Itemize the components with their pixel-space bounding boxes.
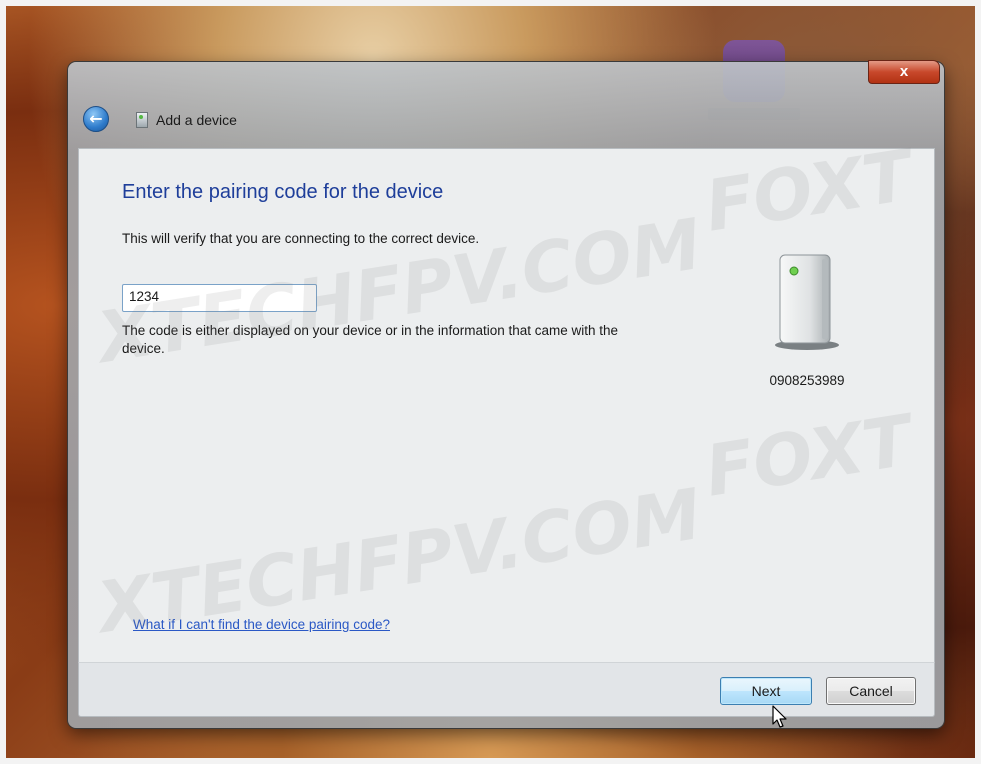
device-name: 0908253989 xyxy=(769,373,845,388)
pairing-code-input[interactable]: 1234 xyxy=(122,284,317,312)
device-title-icon xyxy=(136,112,148,128)
page-heading: Enter the pairing code for the device xyxy=(122,181,444,203)
back-arrow-icon: ← xyxy=(89,109,103,128)
dialog-footer: Next Cancel xyxy=(78,662,935,717)
pairing-help-text: The code is either displayed on your dev… xyxy=(122,323,619,356)
window-title: Add a device xyxy=(156,112,237,128)
next-button[interactable]: Next xyxy=(720,677,812,705)
bluetooth-device-icon xyxy=(775,254,839,350)
mouse-cursor-icon xyxy=(772,705,787,728)
back-button[interactable]: ← xyxy=(83,106,109,132)
close-button[interactable]: x xyxy=(868,60,940,84)
cancel-button[interactable]: Cancel xyxy=(826,677,916,705)
description-text: This will verify that you are connecting… xyxy=(122,231,480,246)
dialog-content: Enter the pairing code for the device Th… xyxy=(78,148,935,662)
pairing-code-help-link[interactable]: What if I can't find the device pairing … xyxy=(133,617,390,632)
add-device-dialog: x ← Add a device Enter the pairing code … xyxy=(68,60,944,728)
